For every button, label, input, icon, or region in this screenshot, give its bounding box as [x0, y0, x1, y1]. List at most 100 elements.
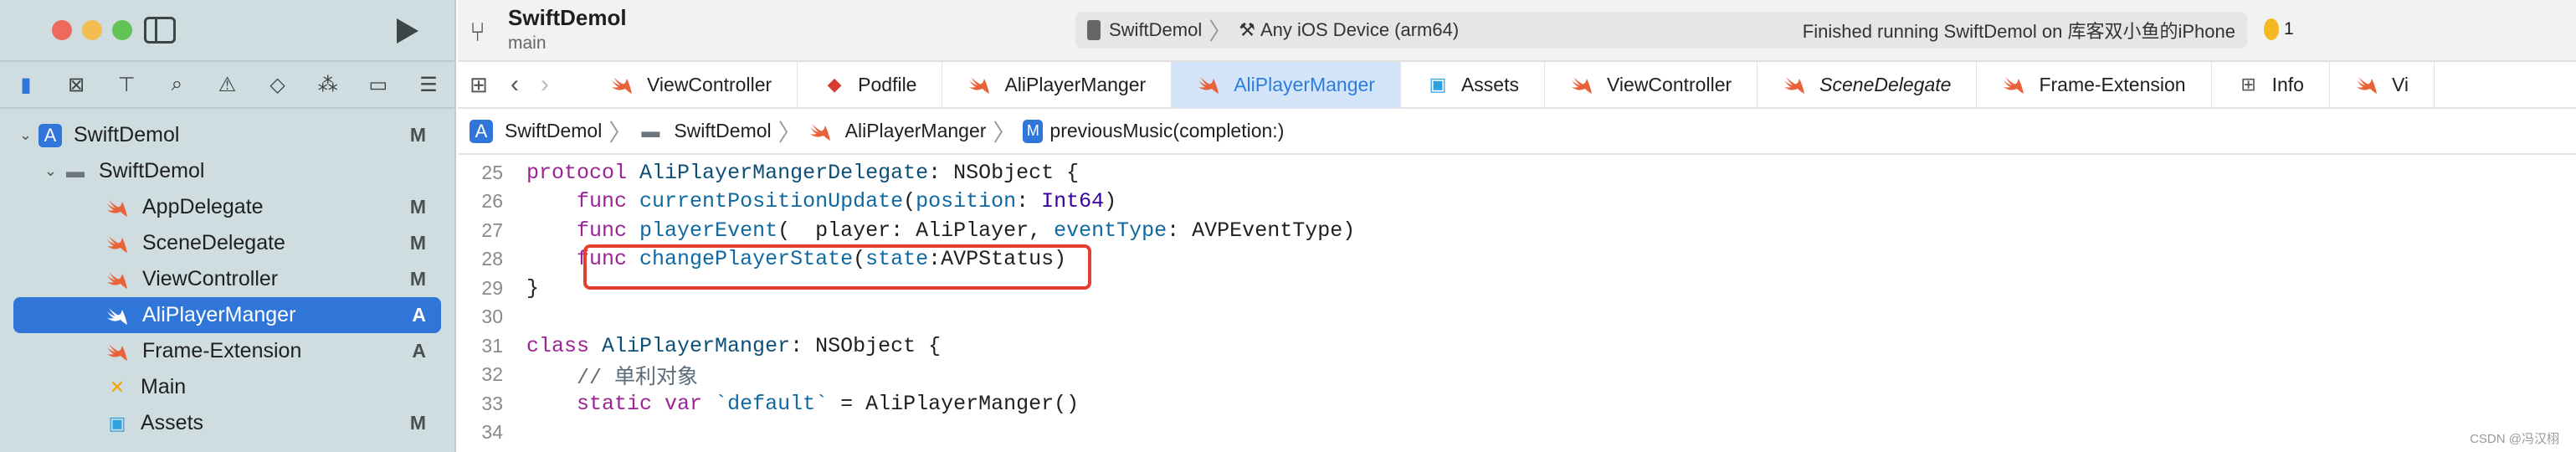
chevron-down-icon[interactable]: ⌄	[13, 126, 38, 144]
breadcrumb-item[interactable]: AliPlayerManger	[808, 120, 986, 142]
test-icon[interactable]: ◇	[265, 72, 290, 97]
branch-name: main	[508, 33, 547, 53]
code-token: : NSObject {	[928, 160, 1080, 185]
tab-aliplayermanger[interactable]: AliPlayerManger	[1172, 61, 1401, 108]
code-token: `default`	[715, 391, 829, 416]
breadcrumb-item[interactable]: ▬ SwiftDemol	[639, 120, 771, 143]
tab-label: Assets	[1460, 73, 1519, 95]
tab-info[interactable]: ⊞ Info	[2212, 61, 2330, 108]
hierarchy-icon[interactable]: ⊤	[114, 72, 139, 97]
navigator-selector: ▮ ⊠ ⊤ ⌕ ⚠ ◇ ⁂ ▭ ☰	[0, 62, 454, 109]
tab-viewcontroller[interactable]: ViewController	[585, 61, 798, 108]
code-line: 34	[458, 419, 2576, 448]
scheme-selector[interactable]: SwiftDemol	[1109, 19, 1202, 41]
table-icon: ⊞	[2240, 74, 2256, 95]
status-badge: A	[412, 304, 426, 326]
code-token: class	[526, 333, 590, 358]
sidebar-item-scenedelegate[interactable]: SceneDelegate M	[13, 225, 441, 261]
zoom-button[interactable]	[112, 20, 132, 40]
sidebar-item-appdelegate[interactable]: AppDelegate M	[13, 189, 441, 225]
code-token: = AliPlayerManger()	[828, 391, 1080, 416]
folder-icon[interactable]: ▮	[13, 72, 38, 97]
code-token: func	[577, 218, 628, 243]
code-token: // 单利对象	[577, 365, 699, 390]
code-line: 32 // 单利对象	[458, 361, 2576, 390]
sidebar-item-swiftdemol[interactable]: ⌄ A SwiftDemol M	[13, 117, 441, 153]
swift-icon	[107, 235, 127, 253]
search-icon[interactable]: ⌕	[164, 72, 189, 97]
sidebar-item-label: SwiftDemol	[74, 123, 180, 146]
swift-icon	[107, 343, 127, 361]
breadcrumb-item[interactable]: MpreviousMusic(completion:)	[1023, 119, 1284, 143]
watermark: CSDN @冯汉栩	[2470, 432, 2559, 446]
code-token: currentPositionUpdate	[639, 189, 904, 214]
tab-frame-extension[interactable]: Frame-Extension	[1977, 61, 2212, 108]
sidebar-item-swiftdemol[interactable]: ⌄ ▬ SwiftDemol	[13, 153, 441, 189]
sidebar-item-label: SceneDelegate	[142, 231, 285, 254]
code-token: )	[1104, 189, 1117, 214]
sidebar-item-label: SwiftDemol	[99, 159, 205, 182]
window-controls	[0, 0, 454, 62]
sidebar-item-label: Assets	[141, 411, 204, 434]
folder-icon: ▬	[641, 120, 660, 141]
tab-bar: ⊞ ‹ › ViewController ◆ Podfile AliPlayerMan…	[458, 61, 2576, 109]
code-token: func	[577, 189, 628, 214]
tab-aliplayermanger[interactable]: AliPlayerManger	[942, 61, 1173, 108]
sidebar-toggle-icon[interactable]	[144, 17, 176, 44]
status-badge: M	[409, 196, 426, 218]
sidebar-item-label: Frame-Extension	[142, 339, 302, 362]
breakpoint-icon[interactable]: ▭	[366, 72, 391, 97]
line-number: 34	[481, 421, 503, 444]
swift-icon	[107, 271, 127, 289]
sidebar-item-viewcontroller[interactable]: ViewController M	[13, 261, 441, 297]
grid-icon[interactable]: ⊞	[458, 72, 500, 98]
warning-badge[interactable]: 1	[2264, 18, 2294, 40]
swift-icon	[107, 199, 127, 217]
sidebar-item-assets[interactable]: ▣ Assets M	[13, 405, 441, 441]
breadcrumb-item[interactable]: A SwiftDemol	[470, 119, 603, 143]
code-line: 27 func playerEvent( player: AliPlayer, …	[458, 216, 2576, 245]
warning-icon[interactable]: ⚠	[215, 72, 240, 97]
status-badge: M	[409, 268, 426, 290]
tab-scenedelegate[interactable]: SceneDelegate	[1758, 61, 1978, 108]
line-number: 29	[481, 276, 503, 299]
run-button[interactable]	[397, 18, 418, 44]
tab-viewcontroller[interactable]: ViewController	[1545, 61, 1758, 108]
destination-selector[interactable]: Any iOS Device (arm64)	[1260, 19, 1459, 41]
tab-vi[interactable]: Vi	[2330, 61, 2435, 108]
swift-icon	[612, 77, 632, 94]
separator: 〉	[608, 119, 633, 146]
report-icon[interactable]: ☰	[416, 72, 441, 97]
source-control-icon[interactable]: ⊠	[64, 72, 89, 97]
code-token: AliPlayerMangerDelegate	[639, 160, 929, 185]
tab-podfile[interactable]: ◆ Podfile	[798, 61, 943, 108]
breadcrumb-label: SwiftDemol	[505, 120, 603, 141]
tab-list: ViewController ◆ Podfile AliPlayerManger Ali…	[585, 61, 2435, 108]
back-button[interactable]: ‹	[500, 70, 530, 99]
code-editor[interactable]: 25 protocol AliPlayerMangerDelegate: NSOb…	[458, 155, 2576, 447]
code-line: 33 static var `default` = AliPlayerMange…	[458, 389, 2576, 419]
title-bar: ⑂ SwiftDemol main SwiftDemol 〉 ⚒ Any iOS…	[458, 0, 2576, 62]
tab-label: ViewController	[647, 73, 772, 95]
tab-assets[interactable]: ▣ Assets	[1401, 61, 1545, 108]
activity-view[interactable]: SwiftDemol 〉 ⚒ Any iOS Device (arm64) Fi…	[1075, 12, 2247, 49]
code-token: ( player: AliPlayer,	[777, 218, 1055, 243]
sidebar-item-main[interactable]: ✕ Main	[13, 369, 441, 405]
line-number: 27	[481, 218, 503, 241]
chevron-down-icon[interactable]: ⌄	[13, 162, 64, 180]
sidebar-item-aliplayermanger[interactable]: AliPlayerManger A	[13, 297, 441, 333]
breadcrumb-label: SwiftDemol	[674, 120, 772, 141]
sidebar-item-label: AppDelegate	[142, 195, 264, 218]
minimize-button[interactable]	[82, 20, 102, 40]
code-token: AliPlayerManger	[602, 333, 791, 358]
sidebar-item-frame-extension[interactable]: Frame-Extension A	[13, 333, 441, 369]
close-button[interactable]	[52, 20, 72, 40]
forward-button[interactable]: ›	[530, 70, 560, 99]
sidebar-item-label: AliPlayerManger	[142, 303, 296, 326]
debug-icon[interactable]: ⁂	[316, 72, 341, 97]
